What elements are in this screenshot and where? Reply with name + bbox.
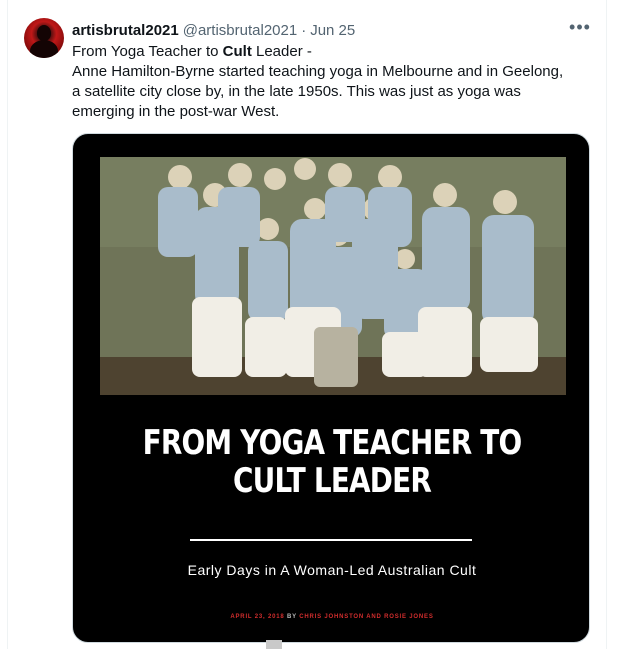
tweet-text-line-4: emerging in the post-war West. xyxy=(72,103,280,120)
tweet-text-line-3: a satellite city close by, in the late 1… xyxy=(72,83,521,100)
ellipsis-icon[interactable]: ••• xyxy=(568,18,592,40)
byline-date: APRIL 23, 2018 xyxy=(230,614,285,620)
headline-divider xyxy=(190,539,472,541)
headline-line-2: CULT LEADER xyxy=(232,461,432,501)
tweet-text: From Yoga Teacher to Cult Leader - Anne … xyxy=(72,42,592,122)
left-border xyxy=(7,0,8,649)
tweet-text-part: From Yoga Teacher to xyxy=(72,43,223,60)
group-photo-illustration xyxy=(100,157,566,395)
media-subtitle: Early Days in A Woman-Led Australian Cul… xyxy=(187,562,477,578)
tweet-header: artisbrutal2021 @artisbrutal2021 · Jun 2… xyxy=(72,20,355,40)
tweet-text-line-1: From Yoga Teacher to Cult Leader - xyxy=(72,42,592,62)
tweet-text-line-2: Anne Hamilton-Byrne started teaching yog… xyxy=(72,63,564,80)
right-border xyxy=(606,0,607,649)
media-headline: FROM YOGA TEACHER TO CULT LEADER xyxy=(120,424,545,500)
avatar-silhouette-head xyxy=(37,25,51,41)
group-photo xyxy=(100,157,566,395)
tweet-media-card[interactable]: FROM YOGA TEACHER TO CULT LEADER Early D… xyxy=(72,133,590,643)
byline-by: BY xyxy=(284,614,300,620)
avatar-silhouette-body xyxy=(30,40,58,58)
separator-dot: · xyxy=(301,21,307,39)
horizontal-scrollbar-thumb[interactable] xyxy=(266,640,282,649)
headline-line-1: FROM YOGA TEACHER TO xyxy=(142,423,523,463)
tweet-date[interactable]: Jun 25 xyxy=(310,22,355,39)
tweet-text-part: Leader - xyxy=(251,43,312,60)
byline-authors: CHRIS JOHNSTON AND ROSIE JONES xyxy=(299,614,434,620)
tweet: artisbrutal2021 @artisbrutal2021 · Jun 2… xyxy=(0,0,623,649)
avatar[interactable] xyxy=(24,18,64,58)
display-name[interactable]: artisbrutal2021 xyxy=(72,22,179,39)
tweet-text-bold: Cult xyxy=(222,43,252,60)
media-byline: APRIL 23, 2018 BY CHRIS JOHNSTON AND ROS… xyxy=(73,614,589,620)
user-handle[interactable]: @artisbrutal2021 xyxy=(183,22,297,39)
